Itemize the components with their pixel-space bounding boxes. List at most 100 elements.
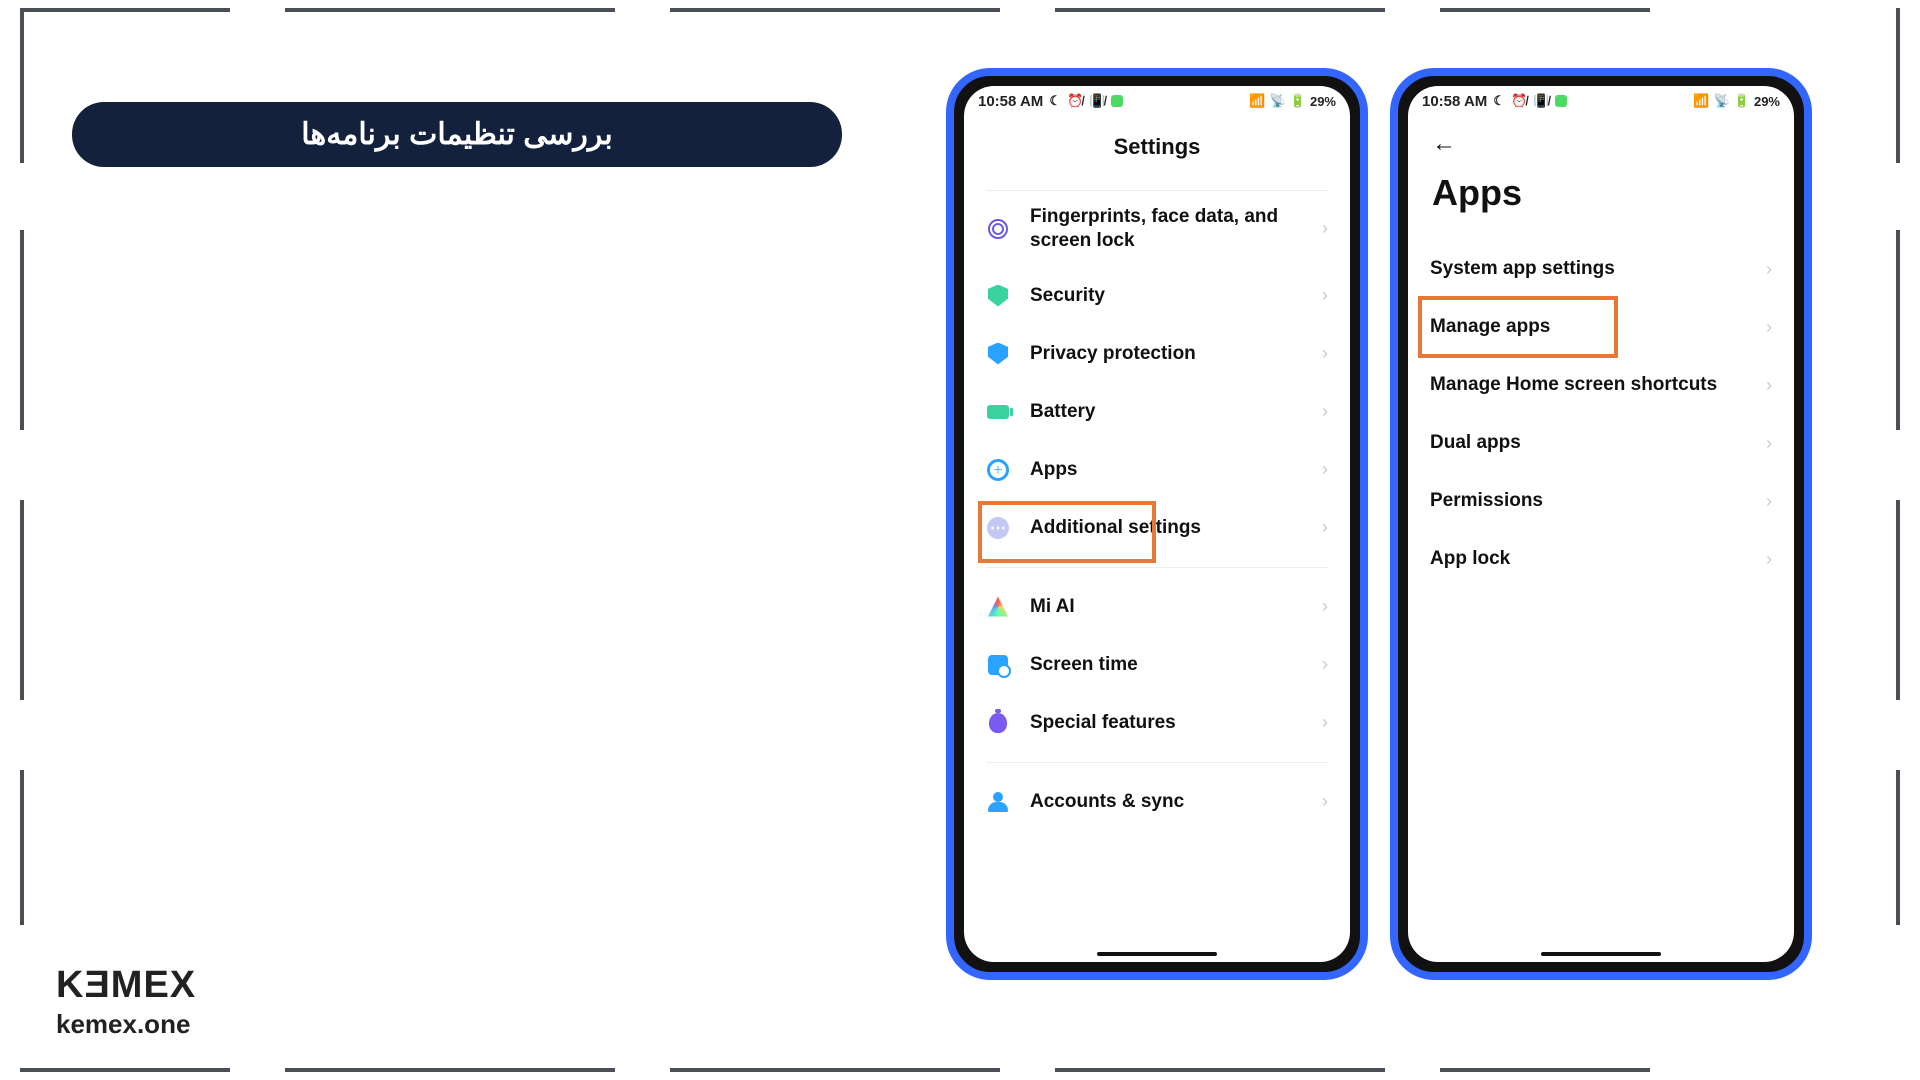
row-label: App lock <box>1430 547 1766 571</box>
apps-row-app-lock[interactable]: App lock › <box>1408 530 1794 588</box>
row-label: Apps <box>1030 458 1322 482</box>
settings-row-fingerprint[interactable]: Fingerprints, face data, and screen lock… <box>964 191 1350 267</box>
chevron-right-icon: › <box>1322 343 1328 364</box>
frame-border <box>670 1068 1000 1072</box>
frame-border <box>285 8 615 12</box>
row-label: Special features <box>1030 711 1322 735</box>
wifi-icon: 📡 <box>1270 93 1286 109</box>
shield-icon <box>986 284 1010 308</box>
status-bar: 10:58 AM ☾ ⏰̸ 📳̸ 📶 📡 🔋 29% <box>1408 86 1794 116</box>
chevron-right-icon: › <box>1322 459 1328 480</box>
row-label: Mi AI <box>1030 595 1322 619</box>
frame-border <box>20 770 24 925</box>
chevron-right-icon: › <box>1322 218 1328 239</box>
apps-row-dual-apps[interactable]: Dual apps › <box>1408 414 1794 472</box>
status-bar: 10:58 AM ☾ ⏰̸ 📳̸ 📶 📡 🔋 29% <box>964 86 1350 116</box>
app-indicator-icon <box>1111 95 1123 107</box>
settings-row-additional[interactable]: Additional settings › <box>964 499 1350 557</box>
page-title: Settings <box>964 116 1350 190</box>
chevron-right-icon: › <box>1766 491 1772 512</box>
settings-row-apps[interactable]: Apps › <box>964 441 1350 499</box>
apps-row-home-shortcuts[interactable]: Manage Home screen shortcuts › <box>1408 356 1794 414</box>
apps-row-manage-apps[interactable]: Manage apps › <box>1408 298 1794 356</box>
settings-row-special[interactable]: Special features › <box>964 694 1350 752</box>
row-label: Security <box>1030 284 1322 308</box>
chevron-right-icon: › <box>1766 549 1772 570</box>
no-vibrate-icon: 📳̸ <box>1089 93 1105 109</box>
app-indicator-icon <box>1555 95 1567 107</box>
row-label: Manage apps <box>1430 315 1766 339</box>
back-arrow-icon[interactable]: ← <box>1432 130 1456 157</box>
battery-percent: 29% <box>1754 94 1780 109</box>
no-vibrate-icon: 📳̸ <box>1533 93 1549 109</box>
divider <box>986 567 1328 568</box>
chevron-right-icon: › <box>1322 401 1328 422</box>
no-alarm-icon: ⏰̸ <box>1511 93 1527 109</box>
page-title: Apps <box>1432 172 1770 214</box>
divider <box>986 762 1328 763</box>
apps-row-system-settings[interactable]: System app settings › <box>1408 240 1794 298</box>
signal-icon: 📶 <box>1249 93 1265 109</box>
special-icon <box>986 711 1010 735</box>
chevron-right-icon: › <box>1322 791 1328 812</box>
phone-mockup-apps: 10:58 AM ☾ ⏰̸ 📳̸ 📶 📡 🔋 29% ← Apps System… <box>1390 68 1812 980</box>
home-indicator[interactable] <box>1097 952 1217 956</box>
settings-row-miai[interactable]: Mi AI › <box>964 578 1350 636</box>
battery-icon: 🔋 <box>1734 93 1750 109</box>
row-label: Accounts & sync <box>1030 790 1322 814</box>
chevron-right-icon: › <box>1322 596 1328 617</box>
home-indicator[interactable] <box>1541 952 1661 956</box>
settings-row-privacy[interactable]: Privacy protection › <box>964 325 1350 383</box>
frame-border <box>1896 230 1900 430</box>
miai-icon <box>986 595 1010 619</box>
settings-row-security[interactable]: Security › <box>964 267 1350 325</box>
signal-icon: 📶 <box>1693 93 1709 109</box>
frame-border <box>20 8 230 12</box>
brand-logo: KƎMEX kemex.one <box>56 964 196 1040</box>
frame-border <box>1896 8 1900 163</box>
settings-row-battery[interactable]: Battery › <box>964 383 1350 441</box>
frame-border <box>20 500 24 700</box>
row-label: Permissions <box>1430 489 1766 513</box>
chevron-right-icon: › <box>1322 712 1328 733</box>
apps-row-permissions[interactable]: Permissions › <box>1408 472 1794 530</box>
phone-mockup-settings: 10:58 AM ☾ ⏰̸ 📳̸ 📶 📡 🔋 29% Settings Fing… <box>946 68 1368 980</box>
dnd-moon-icon: ☾ <box>1049 93 1061 109</box>
frame-border <box>1055 1068 1385 1072</box>
gear-icon <box>986 458 1010 482</box>
row-label: Privacy protection <box>1030 342 1322 366</box>
row-label: Screen time <box>1030 653 1322 677</box>
chevron-right-icon: › <box>1322 517 1328 538</box>
battery-percent: 29% <box>1310 94 1336 109</box>
status-time: 10:58 AM <box>1422 93 1487 110</box>
frame-border <box>20 1068 230 1072</box>
frame-border <box>20 8 24 163</box>
row-label: Manage Home screen shortcuts <box>1430 373 1766 397</box>
chevron-right-icon: › <box>1766 259 1772 280</box>
chevron-right-icon: › <box>1322 285 1328 306</box>
chevron-right-icon: › <box>1766 433 1772 454</box>
wifi-icon: 📡 <box>1714 93 1730 109</box>
row-label: Additional settings <box>1030 516 1322 540</box>
chevron-right-icon: › <box>1322 654 1328 675</box>
settings-row-screentime[interactable]: Screen time › <box>964 636 1350 694</box>
row-label: Dual apps <box>1430 431 1766 455</box>
frame-border <box>1055 8 1385 12</box>
dots-icon <box>986 516 1010 540</box>
battery-icon: 🔋 <box>1290 93 1306 109</box>
frame-border <box>1440 1068 1650 1072</box>
brand-url: kemex.one <box>56 1009 196 1040</box>
brand-logo-text: KƎMEX <box>56 964 196 1007</box>
frame-border <box>1440 8 1650 12</box>
privacy-icon <box>986 342 1010 366</box>
chevron-right-icon: › <box>1766 317 1772 338</box>
dnd-moon-icon: ☾ <box>1493 93 1505 109</box>
settings-row-accounts[interactable]: Accounts & sync › <box>964 773 1350 831</box>
chevron-right-icon: › <box>1766 375 1772 396</box>
slide-title: بررسی تنظیمات برنامه‌ها <box>72 102 842 167</box>
battery-icon <box>986 400 1010 424</box>
frame-border <box>285 1068 615 1072</box>
screentime-icon <box>986 653 1010 677</box>
row-label: Fingerprints, face data, and screen lock <box>1030 205 1322 253</box>
no-alarm-icon: ⏰̸ <box>1067 93 1083 109</box>
